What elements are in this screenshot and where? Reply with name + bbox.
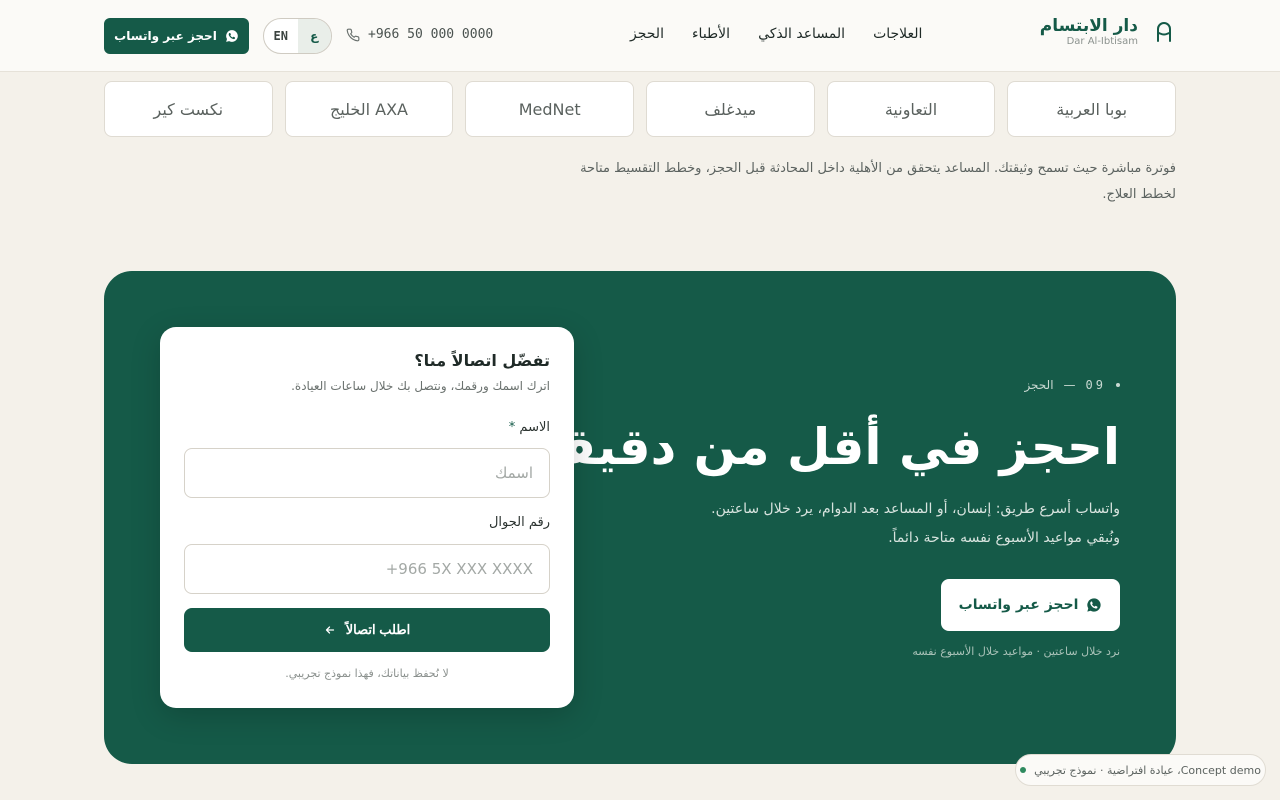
insurer-card: ميدغلف	[645, 81, 815, 137]
form-subtitle: اترك اسمك ورقمك، ونتصل بك خلال ساعات الع…	[291, 379, 550, 393]
eyebrow-dot	[1116, 383, 1120, 387]
insurance-note: فوترة مباشرة حيث تسمح وثيقتك. المساعد يت…	[580, 161, 1176, 202]
section-label: الحجز	[1024, 378, 1054, 392]
arrow-left-icon	[325, 626, 334, 634]
phone-number: +966 50 000 0000	[368, 27, 494, 42]
lang-ar-option[interactable]: ع	[297, 19, 331, 53]
nav-smart-assistant[interactable]: المساعد الذكي	[758, 26, 845, 42]
booking-lead: واتساب أسرع طريق: إنسان، أو المساعد بعد …	[700, 495, 1120, 553]
nav-doctors[interactable]: الأطباء	[692, 26, 730, 42]
booking-headline: احجز في أقل من دقيقة.	[512, 418, 1120, 476]
demo-badge-text: Concept demo، عيادة افتراضية · نموذج تجر…	[1034, 763, 1261, 777]
brand-subtitle: Dar Al-Ibtisam	[1066, 36, 1138, 47]
header-whatsapp-label: احجز عبر واتساب	[114, 29, 217, 43]
form-disclaimer: لا نُحفظ بياناتك، فهذا نموذج تجريبي.	[285, 667, 449, 680]
insurer-card: AXA الخليج	[284, 81, 454, 137]
name-label-text: الاسم	[519, 420, 550, 435]
insurer-card: التعاونية	[826, 81, 996, 137]
site-header: دار الابتسام Dar Al-Ibtisam العلاجات الم…	[0, 0, 1280, 72]
language-toggle[interactable]: EN ع	[263, 18, 332, 54]
section-eyebrow: 09 — الحجز	[1024, 378, 1120, 392]
status-dot	[1020, 767, 1027, 773]
whatsapp-booking-button[interactable]: احجز عبر واتساب	[941, 579, 1120, 631]
whatsapp-icon	[225, 30, 238, 42]
phone-icon	[346, 28, 360, 41]
form-title: تفضّل اتصالاً منا؟	[414, 351, 550, 370]
demo-badge: Concept demo، عيادة افتراضية · نموذج تجر…	[1015, 754, 1266, 786]
brand-logo[interactable]: دار الابتسام Dar Al-Ibtisam	[1040, 16, 1176, 48]
nav-treatments[interactable]: العلاجات	[873, 26, 922, 42]
lang-en-option[interactable]: EN	[264, 19, 298, 53]
eyebrow-dash: —	[1063, 378, 1076, 392]
insurer-card: بوبا العربية	[1007, 81, 1176, 137]
required-marker: *	[508, 420, 516, 435]
booking-lead-line: واتساب أسرع طريق: إنسان، أو المساعد بعد …	[711, 501, 1120, 517]
main-nav: العلاجات المساعد الذكي الأطباء الحجز	[630, 26, 922, 42]
phone-link[interactable]: +966 50 000 0000	[346, 27, 493, 42]
section-number: 09	[1085, 378, 1106, 392]
header-whatsapp-button[interactable]: احجز عبر واتساب	[104, 18, 249, 54]
whatsapp-booking-label: احجز عبر واتساب	[958, 597, 1079, 613]
tooth-icon	[1157, 22, 1171, 42]
request-call-button[interactable]: اطلب اتصالاً	[184, 608, 550, 652]
callback-form: تفضّل اتصالاً منا؟ اترك اسمك ورقمك، ونتص…	[160, 327, 574, 708]
booking-lead-line: ونُبقي مواعيد الأسبوع نفسه متاحة دائماً.	[888, 530, 1120, 546]
brand-name: دار الابتسام	[1039, 16, 1138, 36]
phone-input[interactable]	[184, 544, 550, 594]
request-call-label: اطلب اتصالاً	[345, 622, 411, 637]
insurers-row: بوبا العربية التعاونية ميدغلف MedNet AXA…	[103, 81, 1176, 137]
insurer-card: MedNet	[465, 81, 634, 137]
booking-fine-print: نرد خلال ساعتين · مواعيد خلال الأسبوع نف…	[912, 645, 1120, 658]
nav-booking[interactable]: الحجز	[630, 26, 664, 42]
insurer-card: نكست كير	[103, 81, 273, 137]
whatsapp-icon	[1087, 598, 1102, 612]
name-input[interactable]	[184, 448, 550, 498]
name-label: الاسم *	[509, 420, 550, 435]
phone-label: رقم الجوال	[488, 515, 550, 530]
